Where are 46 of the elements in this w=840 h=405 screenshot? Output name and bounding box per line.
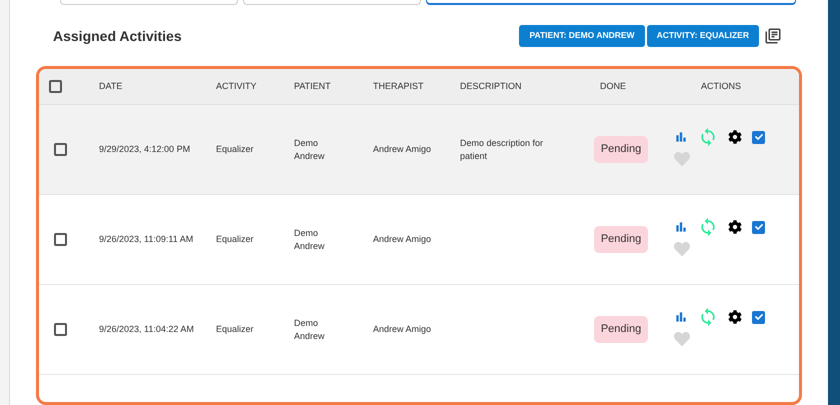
column-header: PATIENT — [294, 80, 331, 91]
therapist-cell: Andrew Amigo — [373, 234, 432, 244]
select-all-checkbox[interactable] — [49, 80, 62, 94]
patient-cell: Demo Andrew — [294, 318, 325, 341]
settings-icon[interactable] — [728, 130, 742, 144]
status-badge: Pending — [594, 136, 648, 164]
filter-field[interactable] — [243, 0, 421, 5]
activity-cell: Equalizer — [216, 324, 254, 334]
row-checkbox[interactable] — [54, 143, 67, 156]
done-checkbox[interactable] — [752, 220, 765, 234]
check-icon — [754, 313, 762, 322]
check-icon — [754, 223, 762, 232]
patient-cell: Demo Andrew — [294, 138, 325, 161]
status-badge: Pending — [594, 316, 648, 344]
column-header: DONE — [600, 80, 626, 91]
filter-field[interactable] — [60, 0, 238, 5]
row-checkbox[interactable] — [54, 323, 67, 336]
description-cell: Demo description for patient — [460, 138, 544, 161]
column-header: THERAPIST — [373, 80, 424, 91]
filter-chip[interactable]: ACTIVITY: EQUALIZER — [646, 24, 759, 47]
activity-cell: Equalizer — [216, 144, 254, 154]
date-cell: 9/29/2023, 4:12:00 PM — [99, 144, 190, 154]
column-header: DATE — [99, 80, 122, 91]
chart-icon[interactable] — [674, 130, 688, 144]
therapist-cell: Andrew Amigo — [373, 144, 432, 154]
copy-icon[interactable] — [764, 26, 782, 45]
status-badge: Pending — [594, 226, 648, 254]
chart-icon[interactable] — [674, 310, 688, 324]
column-header: ACTIONS — [700, 80, 741, 91]
chart-icon[interactable] — [674, 220, 688, 234]
patient-cell: Demo Andrew — [294, 228, 325, 251]
column-header: ACTIVITY — [216, 80, 257, 91]
date-cell: 9/26/2023, 11:04:22 AM — [99, 324, 194, 334]
settings-icon[interactable] — [728, 220, 742, 234]
settings-icon[interactable] — [728, 310, 742, 324]
therapist-cell: Andrew Amigo — [373, 324, 432, 334]
check-icon — [754, 133, 762, 142]
row-checkbox[interactable] — [54, 233, 67, 246]
done-checkbox[interactable] — [752, 310, 765, 324]
activity-cell: Equalizer — [216, 234, 254, 244]
date-cell: 9/26/2023, 11:09:11 AM — [99, 234, 194, 244]
section-title: Assigned Activities — [53, 26, 182, 46]
column-header: DESCRIPTION — [460, 80, 522, 91]
filter-field[interactable] — [426, 0, 796, 5]
done-checkbox[interactable] — [752, 130, 765, 144]
filter-chip[interactable]: PATIENT: DEMO ANDREW — [519, 24, 645, 47]
